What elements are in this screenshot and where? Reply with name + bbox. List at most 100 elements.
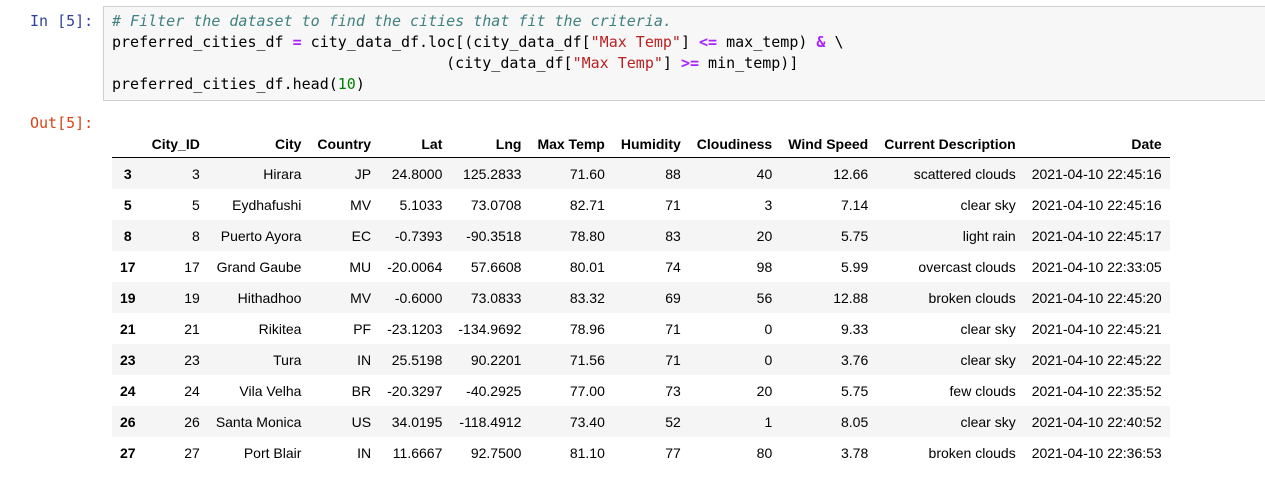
column-header: Humidity [612,130,689,158]
column-header: Current Description [876,130,1024,158]
table-row: 5 5 Eydhafushi MV 5.1033 73.0708 82.71 71 3 7.14 c… [112,189,1170,220]
code-number: 10 [337,75,356,93]
table-cell: 2021-04-10 22:45:20 [1031,289,1162,306]
table-cell: 5.75 [840,227,869,244]
table-cell: 78.96 [569,320,605,337]
table-cell: Rikitea [258,320,302,337]
code-string: "Max Temp" [590,33,681,51]
table-cell: 125.2833 [463,165,522,182]
table-cell: 19 [184,289,200,306]
table-cell: Puerto Ayora [220,227,302,244]
code-token: min_temp)] [699,54,799,72]
table-cell: US [351,413,372,430]
table-cell: -20.3297 [387,382,443,399]
table-cell: 8.05 [840,413,869,430]
table-cell: clear sky [960,320,1016,337]
table-cell: 82.71 [569,196,605,213]
table-cell: 2021-04-10 22:36:53 [1031,444,1162,461]
table-cell: 2021-04-10 22:45:16 [1031,165,1162,182]
table-cell: IN [357,444,372,461]
table-cell: 2021-04-10 22:35:52 [1031,382,1162,399]
table-cell: -20.0064 [387,258,443,275]
column-header: Wind Speed [780,130,877,158]
table-cell: -134.9692 [458,320,522,337]
row-index: 26 [120,413,136,430]
column-header: Lat [379,130,451,158]
table-cell: scattered clouds [913,165,1016,182]
table-cell: 77.00 [569,382,605,399]
table-cell: 24 [184,382,200,399]
column-header: Date [1023,130,1170,158]
table-cell: overcast clouds [918,258,1016,275]
table-cell: 27 [184,444,200,461]
table-cell: 12.66 [833,165,869,182]
table-cell: broken clouds [928,289,1016,306]
table-cell: broken clouds [928,444,1016,461]
table-header: City_ID City Country Lat Lng Max Temp Humidity… [112,130,1170,158]
column-header: Cloudiness [688,130,781,158]
row-index: 17 [120,258,136,275]
table-row: 24 24 Vila Velha BR -20.3297 -40.2925 77.00 73 2… [112,375,1170,406]
code-token: ] [662,54,681,72]
table-cell: 20 [756,382,773,399]
table-cell: 74 [665,258,681,275]
table-cell: MU [349,258,372,275]
table-cell: 5.75 [840,382,869,399]
table-cell: 81.10 [569,444,605,461]
table-cell: 90.2201 [470,351,522,368]
table-cell: 11.6667 [392,444,443,461]
row-index: 23 [120,351,136,368]
table-cell: 3.78 [840,444,869,461]
table-cell: Santa Monica [215,413,302,430]
table-cell: 5.1033 [399,196,443,213]
code-operator: = [292,33,302,51]
table-cell: -0.7393 [394,227,443,244]
table-cell: JP [354,165,372,182]
table-cell: -118.4912 [459,413,522,430]
row-index: 19 [120,289,136,306]
row-index: 24 [120,382,136,399]
row-index: 27 [120,444,136,461]
table-cell: 12.88 [833,289,869,306]
code-line-2: preferred_cities_df = city_data_df.loc[(… [112,32,1265,53]
code-token: ] [680,33,700,51]
table-cell: 2021-04-10 22:33:05 [1031,258,1162,275]
row-index: 21 [120,320,136,337]
table-cell: -23.1203 [387,320,443,337]
table-cell: -0.6000 [394,289,443,306]
code-string: "Max Temp" [572,54,663,72]
table-cell: Eydhafushi [232,196,302,213]
code-token: max_temp) [717,33,817,51]
table-cell: clear sky [960,196,1016,213]
table-cell: BR [351,382,372,399]
table-cell: light rain [962,227,1016,244]
table-cell: Grand Gaube [216,258,302,275]
column-header: Lng [450,130,530,158]
code-token: ) [355,75,365,93]
table-cell: 40 [756,165,773,182]
code-line-1: # Filter the dataset to find the cities … [112,11,1265,32]
table-cell: 71.60 [569,165,605,182]
code-comment: # Filter the dataset to find the cities … [112,12,672,30]
table-cell: 98 [756,258,773,275]
table-cell: 73.0708 [470,196,522,213]
table-cell: MV [350,289,372,306]
table-cell: 20 [756,227,773,244]
table-cell: 80 [756,444,773,461]
column-header: Max Temp [529,130,613,158]
table-cell: 2021-04-10 22:45:16 [1031,196,1162,213]
table-cell: Hirara [263,165,302,182]
table-cell: 5.99 [840,258,869,275]
table-cell: 83.32 [569,289,605,306]
table-cell: 25.5198 [391,351,443,368]
input-prompt: In [5]: [30,12,94,30]
table-cell: 3 [764,196,773,213]
table-cell: 52 [665,413,681,430]
table-row: 8 8 Puerto Ayora EC -0.7393 -90.3518 78.80 83 20… [112,220,1170,251]
table-cell: 88 [665,165,681,182]
table-cell: Hithadhoo [237,289,302,306]
code-cell-editor[interactable]: # Filter the dataset to find the cities … [103,6,1265,101]
code-line-4: preferred_cities_df.head(10) [112,74,1265,95]
table-cell: 69 [665,289,681,306]
table-cell: 92.7500 [470,444,522,461]
